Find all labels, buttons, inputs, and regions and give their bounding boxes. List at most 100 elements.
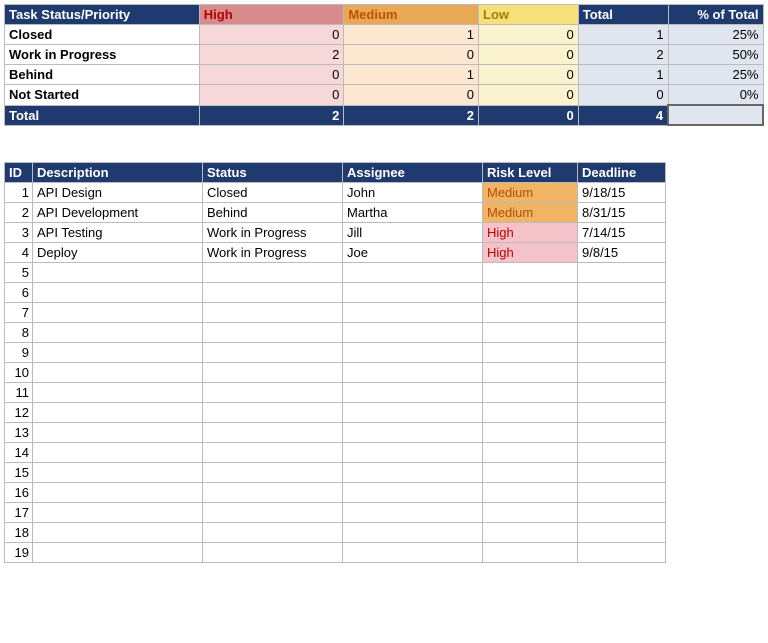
task-cell-id[interactable]: 15 — [5, 463, 33, 483]
task-cell-assignee[interactable] — [343, 323, 483, 343]
task-cell-id[interactable]: 8 — [5, 323, 33, 343]
task-cell-status[interactable] — [203, 343, 343, 363]
task-cell-risk[interactable] — [483, 523, 578, 543]
task-cell-deadline[interactable] — [578, 443, 666, 463]
task-cell-desc[interactable] — [33, 343, 203, 363]
summary-cell-high[interactable]: 0 — [199, 25, 344, 45]
task-cell-id[interactable]: 12 — [5, 403, 33, 423]
task-cell-desc[interactable]: API Testing — [33, 223, 203, 243]
task-cell-desc[interactable] — [33, 503, 203, 523]
summary-cell-pct[interactable]: 0% — [668, 85, 763, 106]
task-cell-desc[interactable] — [33, 263, 203, 283]
summary-cell-high[interactable]: 0 — [199, 85, 344, 106]
task-cell-deadline[interactable] — [578, 363, 666, 383]
summary-cell-low[interactable]: 0 — [479, 85, 579, 106]
task-cell-assignee[interactable] — [343, 543, 483, 563]
summary-cell-med[interactable]: 1 — [344, 25, 479, 45]
summary-cell-high[interactable]: 2 — [199, 45, 344, 65]
task-cell-assignee[interactable] — [343, 483, 483, 503]
task-cell-risk[interactable] — [483, 283, 578, 303]
task-cell-desc[interactable]: Deploy — [33, 243, 203, 263]
task-cell-status[interactable] — [203, 423, 343, 443]
task-cell-assignee[interactable] — [343, 423, 483, 443]
task-cell-deadline[interactable] — [578, 383, 666, 403]
summary-cell-total[interactable]: 2 — [578, 45, 668, 65]
task-cell-desc[interactable] — [33, 303, 203, 323]
task-cell-deadline[interactable]: 7/14/15 — [578, 223, 666, 243]
task-cell-deadline[interactable] — [578, 343, 666, 363]
task-cell-risk[interactable]: Medium — [483, 203, 578, 223]
task-cell-desc[interactable] — [33, 483, 203, 503]
task-cell-id[interactable]: 19 — [5, 543, 33, 563]
task-cell-status[interactable] — [203, 363, 343, 383]
task-cell-status[interactable] — [203, 283, 343, 303]
task-cell-deadline[interactable]: 9/8/15 — [578, 243, 666, 263]
task-cell-assignee[interactable] — [343, 363, 483, 383]
task-cell-status[interactable] — [203, 483, 343, 503]
task-cell-status[interactable] — [203, 263, 343, 283]
task-cell-desc[interactable] — [33, 423, 203, 443]
task-cell-risk[interactable] — [483, 383, 578, 403]
summary-cell-med[interactable]: 0 — [344, 85, 479, 106]
task-cell-risk[interactable] — [483, 483, 578, 503]
summary-cell-pct[interactable]: 50% — [668, 45, 763, 65]
task-cell-assignee[interactable] — [343, 383, 483, 403]
task-cell-risk[interactable] — [483, 463, 578, 483]
task-cell-risk[interactable] — [483, 543, 578, 563]
task-cell-desc[interactable] — [33, 463, 203, 483]
task-cell-deadline[interactable] — [578, 523, 666, 543]
task-cell-desc[interactable] — [33, 323, 203, 343]
task-cell-assignee[interactable] — [343, 503, 483, 523]
task-cell-desc[interactable] — [33, 383, 203, 403]
task-cell-assignee[interactable] — [343, 343, 483, 363]
task-cell-assignee[interactable]: John — [343, 183, 483, 203]
task-cell-status[interactable] — [203, 523, 343, 543]
task-cell-risk[interactable] — [483, 323, 578, 343]
task-cell-id[interactable]: 10 — [5, 363, 33, 383]
task-cell-deadline[interactable] — [578, 483, 666, 503]
task-cell-risk[interactable]: Medium — [483, 183, 578, 203]
task-cell-status[interactable] — [203, 443, 343, 463]
task-cell-deadline[interactable]: 8/31/15 — [578, 203, 666, 223]
summary-cell-total[interactable]: 1 — [578, 65, 668, 85]
task-cell-deadline[interactable] — [578, 543, 666, 563]
summary-cell-med[interactable]: 0 — [344, 45, 479, 65]
task-cell-status[interactable] — [203, 463, 343, 483]
task-cell-risk[interactable] — [483, 403, 578, 423]
summary-cell-pct[interactable]: 25% — [668, 25, 763, 45]
summary-cell-low[interactable]: 0 — [479, 65, 579, 85]
task-cell-deadline[interactable] — [578, 303, 666, 323]
task-cell-id[interactable]: 9 — [5, 343, 33, 363]
task-cell-status[interactable] — [203, 403, 343, 423]
task-cell-id[interactable]: 11 — [5, 383, 33, 403]
task-cell-id[interactable]: 14 — [5, 443, 33, 463]
task-cell-desc[interactable] — [33, 523, 203, 543]
summary-cell-med[interactable]: 1 — [344, 65, 479, 85]
task-cell-deadline[interactable]: 9/18/15 — [578, 183, 666, 203]
task-cell-desc[interactable] — [33, 363, 203, 383]
task-cell-assignee[interactable]: Jill — [343, 223, 483, 243]
task-cell-id[interactable]: 13 — [5, 423, 33, 443]
task-cell-deadline[interactable] — [578, 283, 666, 303]
task-cell-desc[interactable]: API Development — [33, 203, 203, 223]
task-cell-id[interactable]: 2 — [5, 203, 33, 223]
task-cell-deadline[interactable] — [578, 503, 666, 523]
task-cell-id[interactable]: 5 — [5, 263, 33, 283]
task-cell-status[interactable]: Behind — [203, 203, 343, 223]
task-cell-risk[interactable] — [483, 263, 578, 283]
summary-cell-total[interactable]: 1 — [578, 25, 668, 45]
task-cell-deadline[interactable] — [578, 463, 666, 483]
task-cell-desc[interactable] — [33, 543, 203, 563]
task-cell-id[interactable]: 18 — [5, 523, 33, 543]
task-cell-desc[interactable] — [33, 403, 203, 423]
task-cell-risk[interactable]: High — [483, 243, 578, 263]
task-cell-status[interactable]: Work in Progress — [203, 223, 343, 243]
task-cell-id[interactable]: 7 — [5, 303, 33, 323]
task-cell-deadline[interactable] — [578, 423, 666, 443]
task-cell-assignee[interactable] — [343, 303, 483, 323]
task-cell-desc[interactable] — [33, 283, 203, 303]
summary-cell-high[interactable]: 0 — [199, 65, 344, 85]
task-cell-assignee[interactable]: Martha — [343, 203, 483, 223]
task-cell-assignee[interactable] — [343, 463, 483, 483]
task-cell-status[interactable] — [203, 323, 343, 343]
